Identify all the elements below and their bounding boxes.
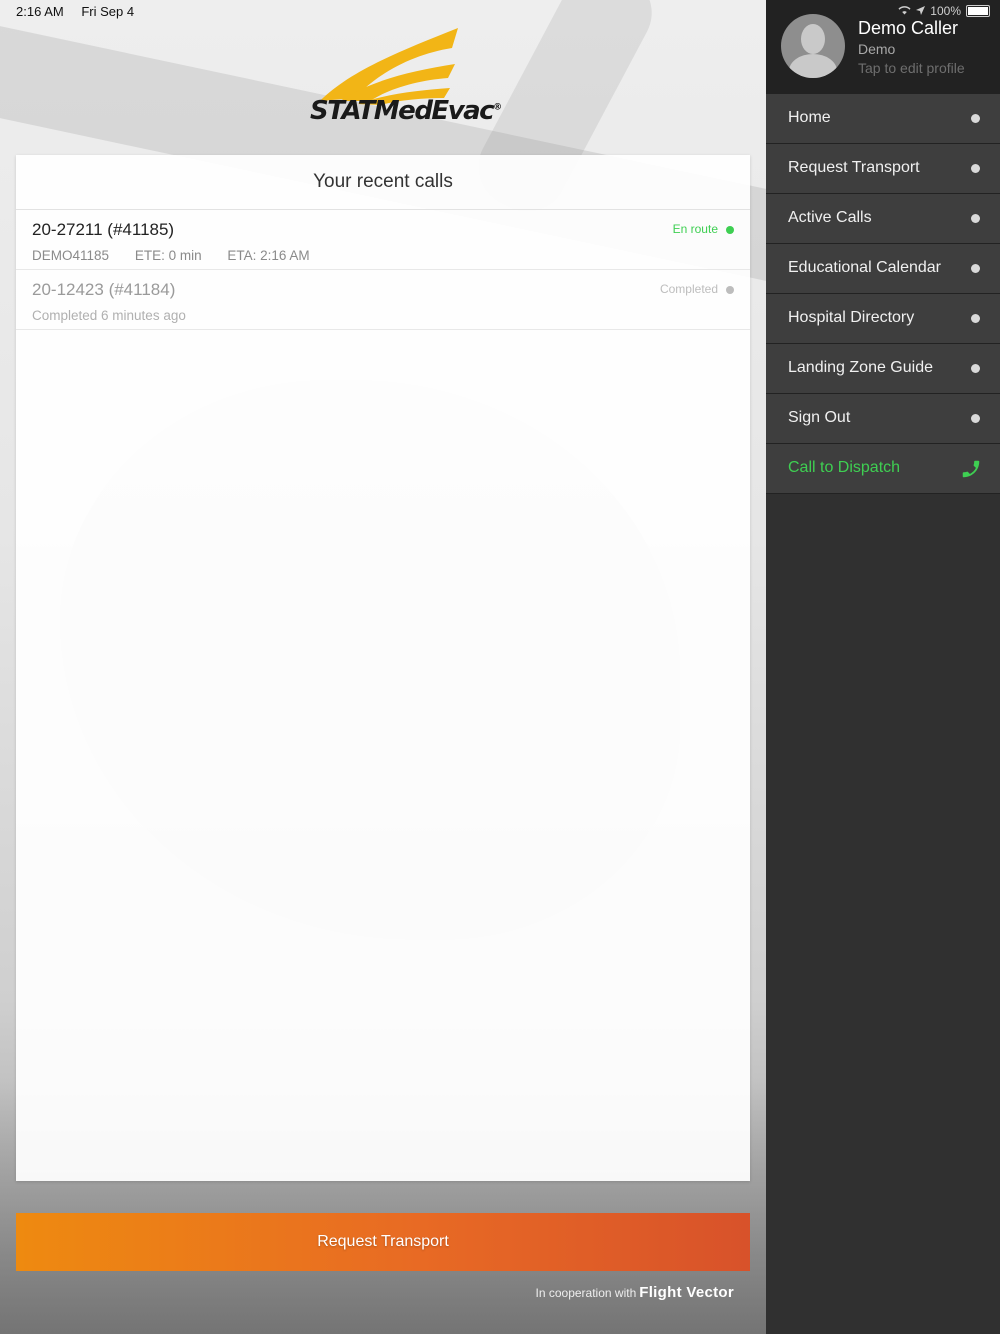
battery-icon — [966, 5, 990, 17]
menu-item-sign-out[interactable]: Sign Out — [766, 394, 1000, 444]
edit-profile-link[interactable]: Tap to edit profile — [858, 60, 965, 76]
call-details: DEMO41185 ETE: 0 min ETA: 2:16 AM — [32, 248, 332, 263]
menu-list: Home Request Transport Active Calls Educ… — [766, 94, 1000, 494]
call-details: Completed 6 minutes ago — [32, 308, 208, 323]
wifi-icon — [898, 4, 911, 18]
status-bar-right: 100% — [898, 4, 990, 18]
call-code: DEMO41185 — [32, 248, 110, 263]
status-bar-left: 2:16 AM Fri Sep 4 — [16, 4, 148, 19]
menu-item-landing-zone-guide[interactable]: Landing Zone Guide — [766, 344, 1000, 394]
call-status: Completed — [659, 282, 718, 296]
menu-item-call-to-dispatch[interactable]: Call to Dispatch — [766, 444, 1000, 494]
menu-item-label: Request Transport — [788, 159, 920, 176]
status-date: Fri Sep 4 — [81, 4, 135, 19]
menu-item-home[interactable]: Home — [766, 94, 1000, 144]
side-menu: Demo Caller Demo Tap to edit profile 100… — [766, 0, 1000, 1334]
profile-role: Demo — [858, 41, 896, 57]
menu-item-label: Hospital Directory — [788, 309, 915, 326]
menu-item-request-transport[interactable]: Request Transport — [766, 144, 1000, 194]
recent-calls-title: Your recent calls — [16, 155, 750, 210]
status-dot — [726, 286, 734, 294]
call-row[interactable]: 20-27211 (#41185) DEMO41185 ETE: 0 min E… — [16, 210, 750, 270]
footer-brand: Flight Vector — [639, 1284, 734, 1301]
wing-logo-icon — [320, 28, 458, 105]
menu-dot-icon — [971, 114, 980, 123]
call-ete: ETE: 0 min — [134, 248, 202, 263]
menu-item-label: Home — [788, 109, 831, 126]
menu-dot-icon — [971, 314, 980, 323]
status-dot — [726, 226, 734, 234]
menu-item-label: Educational Calendar — [788, 259, 941, 276]
menu-dot-icon — [971, 164, 980, 173]
avatar[interactable] — [781, 14, 845, 78]
footer-prefix: In cooperation with — [535, 1286, 637, 1300]
footer-credit: In cooperation with Flight Vector — [536, 1284, 734, 1301]
logo-text: STATMedEvac® — [310, 96, 502, 126]
stat-medevac-logo: STATMedEvac® — [310, 26, 502, 134]
profile-name: Demo Caller — [858, 18, 959, 38]
call-id: 20-27211 (#41185) — [32, 220, 175, 239]
request-transport-button[interactable]: Request Transport — [16, 1213, 750, 1271]
menu-dot-icon — [971, 414, 980, 423]
menu-item-label: Call to Dispatch — [788, 459, 901, 476]
menu-item-label: Sign Out — [788, 409, 851, 426]
call-eta: ETA: 2:16 AM — [227, 248, 310, 263]
battery-percent: 100% — [930, 4, 961, 18]
menu-dot-icon — [971, 264, 980, 273]
menu-item-active-calls[interactable]: Active Calls — [766, 194, 1000, 244]
phone-icon — [962, 460, 980, 478]
menu-item-hospital-directory[interactable]: Hospital Directory — [766, 294, 1000, 344]
recent-calls-card: Your recent calls 20-27211 (#41185) DEMO… — [16, 155, 750, 1181]
call-row[interactable]: 20-12423 (#41184) Completed 6 minutes ag… — [16, 270, 750, 330]
menu-dot-icon — [971, 364, 980, 373]
menu-item-label: Landing Zone Guide — [788, 359, 933, 376]
menu-item-educational-calendar[interactable]: Educational Calendar — [766, 244, 1000, 294]
status-time: 2:16 AM — [16, 4, 64, 19]
main-panel: 2:16 AM Fri Sep 4 STATMedEvac® Your rece… — [0, 0, 766, 1334]
call-completed-time: Completed 6 minutes ago — [32, 308, 186, 323]
call-status: En route — [672, 222, 718, 236]
location-icon — [916, 4, 926, 18]
call-id: 20-12423 (#41184) — [32, 280, 176, 299]
menu-dot-icon — [971, 214, 980, 223]
menu-item-label: Active Calls — [788, 209, 872, 226]
